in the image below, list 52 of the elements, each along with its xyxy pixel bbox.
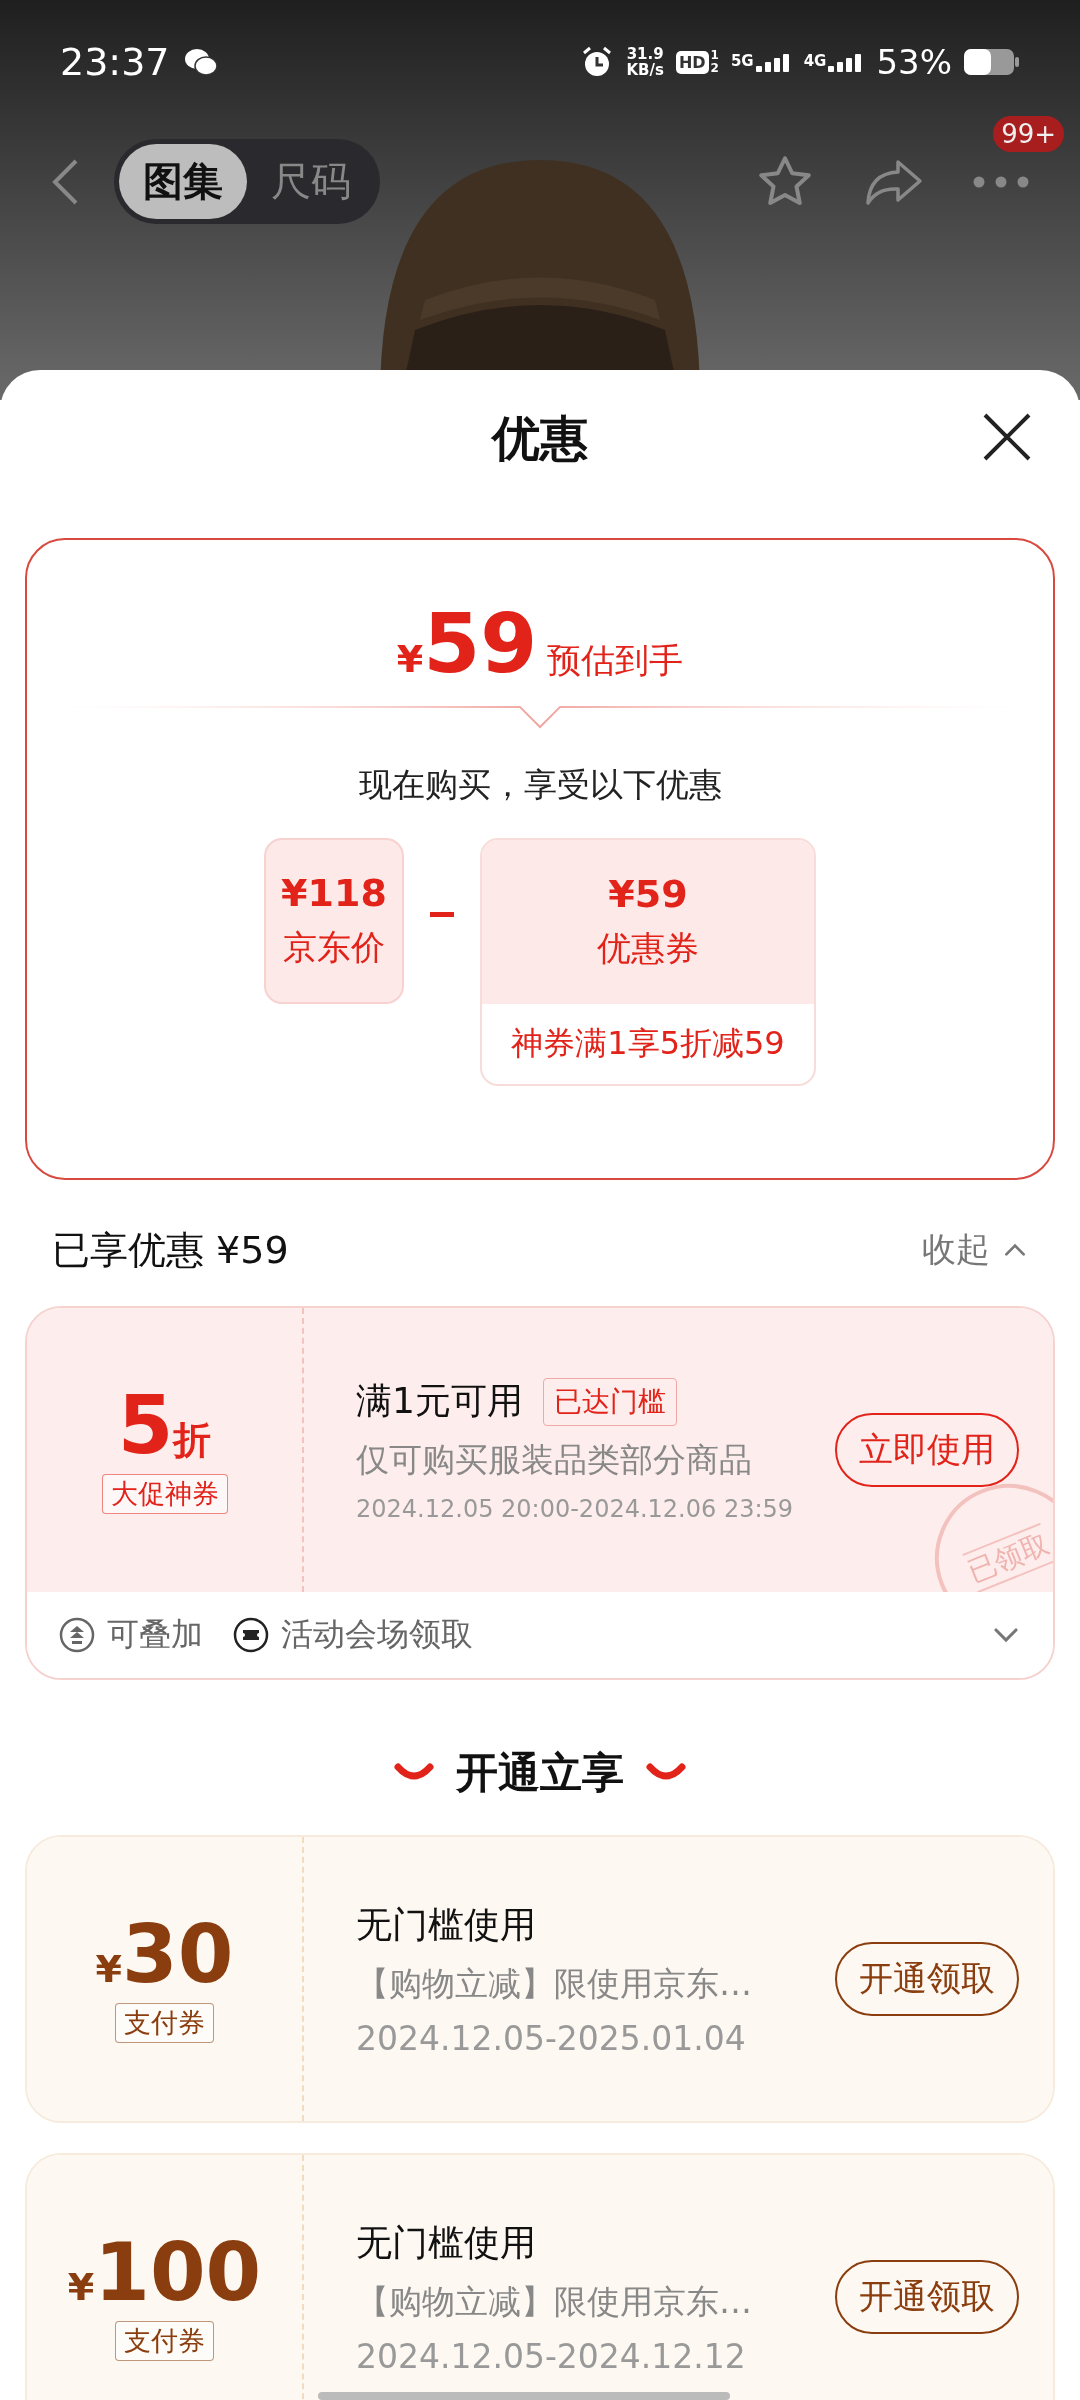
section-title: 开通立享 — [456, 1746, 624, 1799]
use-now-button[interactable]: 立即使用 — [835, 1413, 1019, 1487]
coupon-condition: 无门槛使用 — [356, 2220, 537, 2265]
status-time: 23:37 — [60, 40, 170, 84]
currency-symbol: ¥ — [67, 2265, 95, 2309]
battery-icon — [964, 47, 1020, 77]
network-label: 5G — [730, 52, 754, 70]
coupon-scope: 【购物立减】限使用京东… — [356, 1962, 753, 2005]
list-price-label: 京东价 — [283, 926, 385, 969]
coupon-condition: 无门槛使用 — [356, 1902, 537, 1947]
network-label: 4G — [803, 52, 827, 70]
collapse-toggle[interactable]: 收起 — [922, 1227, 1028, 1273]
coupon-validity: 2024.12.05-2024.12.12 — [356, 2336, 747, 2376]
estimated-price: 59 — [423, 596, 538, 691]
coupon-scope: 仅可购买服装品类部分商品 — [356, 1439, 753, 1481]
coupon-amount: 30 — [122, 1915, 234, 1995]
discount-unit: 折 — [173, 1417, 212, 1464]
coupon-value: ¥59 — [608, 872, 688, 916]
threshold-tag: 已达门槛 — [542, 1377, 677, 1426]
network-speed: 31.9 KB/s — [626, 46, 664, 78]
view-tab[interactable]: 尺码 — [247, 144, 375, 219]
sim-slots: 1 2 — [710, 49, 719, 75]
sheet-title: 优惠 — [492, 409, 588, 468]
coupon-scope: 【购物立减】限使用京东… — [356, 2280, 753, 2323]
coupon-tag: 大促神券 — [101, 1474, 228, 1514]
signal-icon — [755, 52, 792, 72]
coupon-validity: 2024.12.05-2025.01.04 — [356, 2018, 747, 2058]
more-button[interactable] — [972, 174, 1030, 189]
currency-symbol: ¥ — [95, 1947, 123, 1991]
feature-label: 活动会场领取 — [281, 1614, 473, 1655]
coupon-amount: 100 — [94, 2233, 262, 2313]
activate-button[interactable]: 开通领取 — [835, 1942, 1019, 2016]
coupon-detail: 神券满1享5折减59 — [510, 1023, 786, 1064]
coupon-validity: 2024.12.05 20:00-2024.12.06 23:59 — [356, 1495, 795, 1523]
list-price: ¥118 — [281, 871, 387, 915]
currency-symbol: ¥ — [396, 637, 424, 681]
estimate-label: 预估到手 — [547, 639, 684, 682]
coupon-condition: 满1元可用 — [356, 1379, 523, 1423]
ticket-icon — [233, 1617, 269, 1653]
close-button[interactable] — [982, 412, 1032, 462]
activate-button[interactable]: 开通领取 — [835, 2260, 1019, 2334]
view-tab[interactable]: 图集 — [119, 144, 247, 219]
savings-total: 已享优惠 ¥59 — [52, 1226, 289, 1274]
chat-icon — [183, 47, 218, 77]
coupon-label: 优惠券 — [597, 927, 699, 970]
feature-label: 可叠加 — [107, 1614, 203, 1655]
coupon-tag: 支付券 — [115, 2003, 214, 2043]
coupon-tag: 支付券 — [115, 2321, 214, 2361]
stack-icon — [59, 1617, 95, 1653]
battery-percent: 53% — [876, 42, 952, 82]
minus-icon — [430, 912, 454, 917]
offer-subtitle: 现在购买，享受以下优惠 — [358, 764, 722, 806]
